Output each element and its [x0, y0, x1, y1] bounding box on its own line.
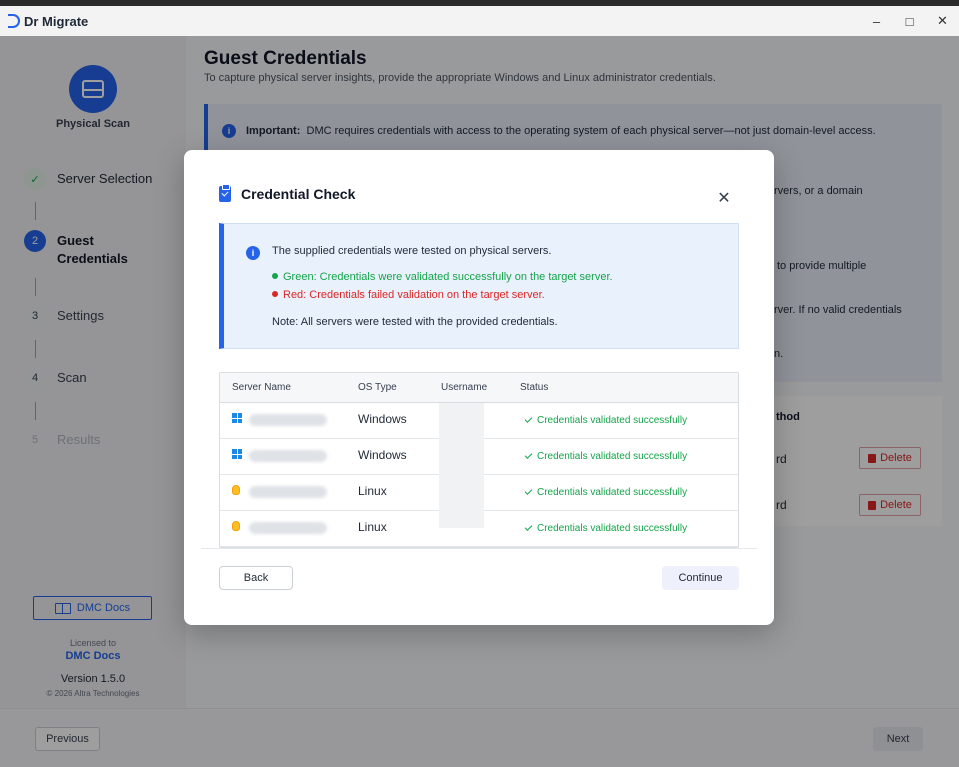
info-text: The supplied credentials were tested on … [272, 245, 552, 257]
os-type: Linux [358, 520, 387, 534]
redacted-server-name [249, 486, 327, 498]
redacted-server-name [249, 522, 327, 534]
column-header: Status [520, 382, 549, 393]
check-icon [524, 415, 533, 423]
info-icon: i [246, 246, 260, 260]
check-icon [524, 487, 533, 495]
credential-check-dialog: Credential Check ✕ i The supplied creden… [184, 150, 774, 625]
os-type: Linux [358, 484, 387, 498]
windows-icon [232, 413, 242, 423]
column-header: Username [441, 382, 488, 393]
os-type: Windows [358, 448, 407, 462]
title-bar: Dr Migrate – □ ✕ [0, 6, 959, 36]
legend-green: Green: Credentials were validated succes… [272, 271, 613, 283]
credential-results-table: Server Name OS Type Username Status Wind… [219, 372, 739, 548]
close-window-button[interactable]: ✕ [926, 6, 959, 36]
maximize-button[interactable]: □ [893, 6, 926, 36]
app-logo: Dr Migrate [8, 14, 88, 29]
redacted-server-name [249, 450, 327, 462]
app-name: Dr Migrate [24, 13, 89, 29]
status-success: Credentials validated successfully [524, 415, 687, 426]
linux-icon [232, 521, 240, 531]
info-panel: i The supplied credentials were tested o… [219, 223, 739, 349]
status-success: Credentials validated successfully [524, 451, 687, 462]
red-dot-icon [272, 291, 278, 297]
dr-migrate-logo-icon [8, 14, 20, 28]
legend-red: Red: Credentials failed validation on th… [272, 289, 545, 301]
table-header: Server Name OS Type Username Status [220, 373, 738, 403]
clipboard-check-icon [219, 184, 231, 202]
redacted-usernames [439, 403, 484, 528]
continue-button[interactable]: Continue [662, 566, 739, 590]
dialog-title: Credential Check [241, 186, 356, 202]
linux-icon [232, 485, 240, 495]
column-header: Server Name [232, 382, 291, 393]
column-header: OS Type [358, 382, 397, 393]
minimize-button[interactable]: – [860, 6, 893, 36]
close-dialog-button[interactable]: ✕ [715, 189, 733, 207]
status-success: Credentials validated successfully [524, 523, 687, 534]
windows-icon [232, 449, 242, 459]
info-note: Note: All servers were tested with the p… [272, 316, 558, 328]
green-dot-icon [272, 273, 278, 279]
os-type: Windows [358, 412, 407, 426]
redacted-server-name [249, 414, 327, 426]
check-icon [524, 523, 533, 531]
status-success: Credentials validated successfully [524, 487, 687, 498]
check-icon [524, 451, 533, 459]
back-button[interactable]: Back [219, 566, 293, 590]
divider [201, 548, 757, 549]
